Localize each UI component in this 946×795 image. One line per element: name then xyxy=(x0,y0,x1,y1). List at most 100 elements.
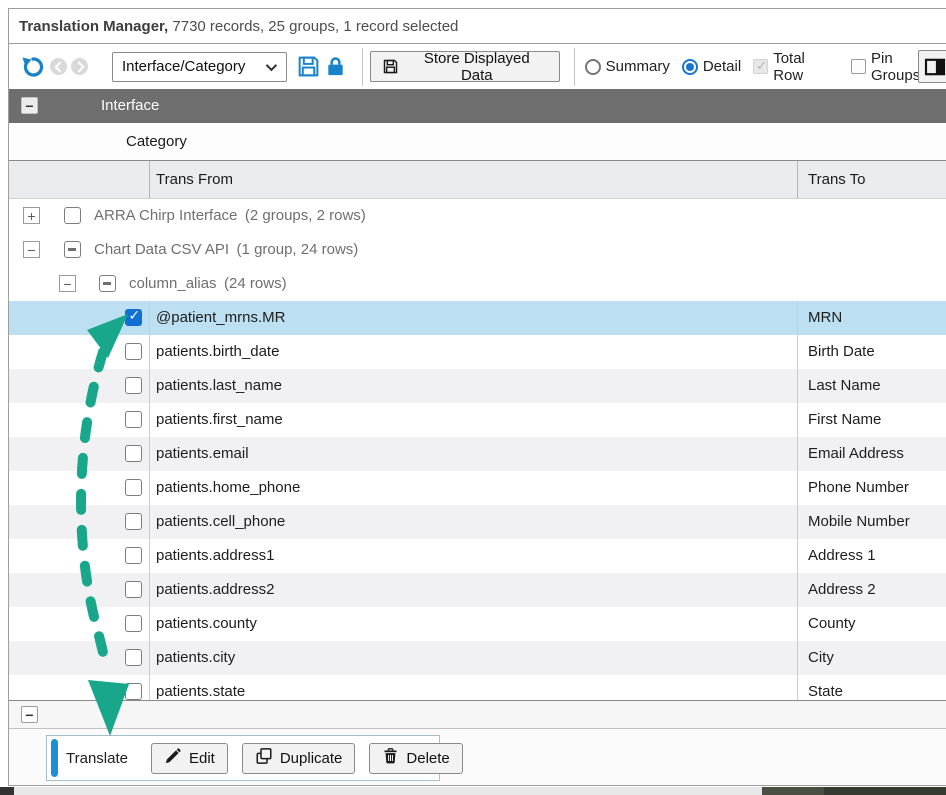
save-icon[interactable] xyxy=(296,54,321,79)
collapse-interface-button[interactable] xyxy=(21,97,38,114)
detail-radio[interactable] xyxy=(682,59,698,75)
row-divider xyxy=(149,641,150,675)
duplicate-button[interactable]: Duplicate xyxy=(242,743,356,774)
trans-from-cell: patients.cell_phone xyxy=(156,513,285,530)
view-options: SummaryDetailTotal RowPin Groups xyxy=(585,50,946,84)
panel-accent-bar xyxy=(51,739,58,777)
row-divider xyxy=(797,437,798,471)
trans-from-cell: patients.address1 xyxy=(156,547,274,564)
row-checkbox[interactable] xyxy=(125,479,142,496)
trans-to-cell: Address 1 xyxy=(808,547,876,564)
group-checkbox[interactable] xyxy=(64,207,81,224)
table-row[interactable]: patients.countyCounty xyxy=(9,607,946,641)
table-row[interactable]: patients.cell_phone Mobile Number xyxy=(9,505,946,539)
row-divider xyxy=(797,539,798,573)
row-divider xyxy=(797,335,798,369)
row-checkbox[interactable] xyxy=(125,547,142,564)
forward-button[interactable] xyxy=(71,58,88,75)
trans-from-cell: patients.first_name xyxy=(156,411,283,428)
group-checkbox[interactable] xyxy=(64,241,81,258)
trans-from-cell: patients.email xyxy=(156,445,249,462)
split-view-icon xyxy=(924,58,946,76)
total-row-checkbox[interactable] xyxy=(753,59,768,74)
undo-icon[interactable] xyxy=(20,54,46,80)
trans-from-cell: patients.last_name xyxy=(156,377,282,394)
row-checkbox[interactable] xyxy=(125,309,142,326)
row-divider xyxy=(149,675,150,700)
grouping-select[interactable]: Interface/Category xyxy=(112,52,287,82)
column-divider xyxy=(797,161,798,198)
store-displayed-data-button[interactable]: Store Displayed Data xyxy=(370,51,560,82)
row-checkbox[interactable] xyxy=(125,377,142,394)
table-row[interactable]: patients.birth_dateBirth Date xyxy=(9,335,946,369)
trans-to-cell: First Name xyxy=(808,411,881,428)
row-divider xyxy=(797,403,798,437)
trans-from-cell: @patient_mrns.MR xyxy=(156,309,285,326)
table-row[interactable]: patients.address1 Address 1 xyxy=(9,539,946,573)
category-header-label: Category xyxy=(126,133,187,150)
back-button[interactable] xyxy=(50,58,67,75)
row-checkbox[interactable] xyxy=(125,445,142,462)
button-label: Edit xyxy=(189,750,215,767)
trans-to-cell: Mobile Number xyxy=(808,513,910,530)
grid-rows: +ARRA Chirp Interface (2 groups, 2 rows)… xyxy=(9,199,946,700)
row-checkbox[interactable] xyxy=(125,513,142,530)
group-label: column_alias (24 rows) xyxy=(129,275,287,292)
lock-icon[interactable] xyxy=(324,55,347,78)
interface-header-label: Interface xyxy=(101,97,159,114)
translate-label: Translate xyxy=(66,750,128,767)
collapse-panel-button[interactable] xyxy=(21,706,38,723)
expand-toggle-icon[interactable]: − xyxy=(23,241,40,258)
toolbar: Interface/Category xyxy=(9,44,946,89)
group-row[interactable]: +ARRA Chirp Interface (2 groups, 2 rows) xyxy=(9,199,946,233)
row-checkbox[interactable] xyxy=(125,615,142,632)
row-divider xyxy=(149,573,150,607)
table-row[interactable]: patients.cityCity xyxy=(9,641,946,675)
row-checkbox[interactable] xyxy=(125,683,142,700)
expand-toggle-icon[interactable]: − xyxy=(59,275,76,292)
total-row-option[interactable]: Total Row xyxy=(753,50,839,84)
interface-group-header: Interface xyxy=(9,89,946,123)
table-row[interactable]: patients.first_name First Name xyxy=(9,403,946,437)
summary-option[interactable]: Summary xyxy=(585,58,670,75)
row-divider xyxy=(797,505,798,539)
edit-button[interactable]: Edit xyxy=(151,743,228,774)
table-row[interactable]: patients.last_nameLast Name xyxy=(9,369,946,403)
trash-icon xyxy=(382,747,399,769)
row-divider xyxy=(797,301,798,335)
table-row[interactable]: patients.address2Address 2 xyxy=(9,573,946,607)
delete-button[interactable]: Delete xyxy=(369,743,462,774)
row-checkbox[interactable] xyxy=(125,411,142,428)
taskbar-strip xyxy=(762,787,824,795)
summary-radio[interactable] xyxy=(585,59,601,75)
table-row[interactable]: patients.stateState xyxy=(9,675,946,700)
table-row[interactable]: patients.emailEmail Address xyxy=(9,437,946,471)
row-divider xyxy=(149,437,150,471)
table-row[interactable]: patients.home_phonePhone Number xyxy=(9,471,946,505)
row-divider xyxy=(797,369,798,403)
save-icon xyxy=(382,58,399,75)
row-checkbox[interactable] xyxy=(125,649,142,666)
row-divider xyxy=(149,403,150,437)
split-view-button[interactable] xyxy=(918,50,946,83)
expand-toggle-icon[interactable]: + xyxy=(23,207,40,224)
trans-from-column-header[interactable]: Trans From xyxy=(156,171,233,188)
trans-to-column-header[interactable]: Trans To xyxy=(808,171,866,188)
group-row[interactable]: −Chart Data CSV API (1 group, 24 rows) xyxy=(9,233,946,267)
trans-to-cell: City xyxy=(808,649,834,666)
row-checkbox[interactable] xyxy=(125,581,142,598)
pin-groups-checkbox[interactable] xyxy=(851,59,866,74)
trans-to-cell: MRN xyxy=(808,309,842,326)
taskbar-strip xyxy=(14,787,762,795)
option-label: Detail xyxy=(703,58,741,75)
group-row[interactable]: − column_alias (24 rows) xyxy=(9,267,946,301)
app-title: Translation Manager, xyxy=(19,18,168,35)
duplicate-icon xyxy=(255,747,273,769)
row-checkbox[interactable] xyxy=(125,343,142,360)
group-checkbox[interactable] xyxy=(99,275,116,292)
table-row[interactable]: @patient_mrns.MR MRN xyxy=(9,301,946,335)
trans-to-cell: County xyxy=(808,615,856,632)
detail-option[interactable]: Detail xyxy=(682,58,741,75)
footer-collapse-bar xyxy=(9,700,946,729)
category-group-header: Category xyxy=(9,123,946,161)
